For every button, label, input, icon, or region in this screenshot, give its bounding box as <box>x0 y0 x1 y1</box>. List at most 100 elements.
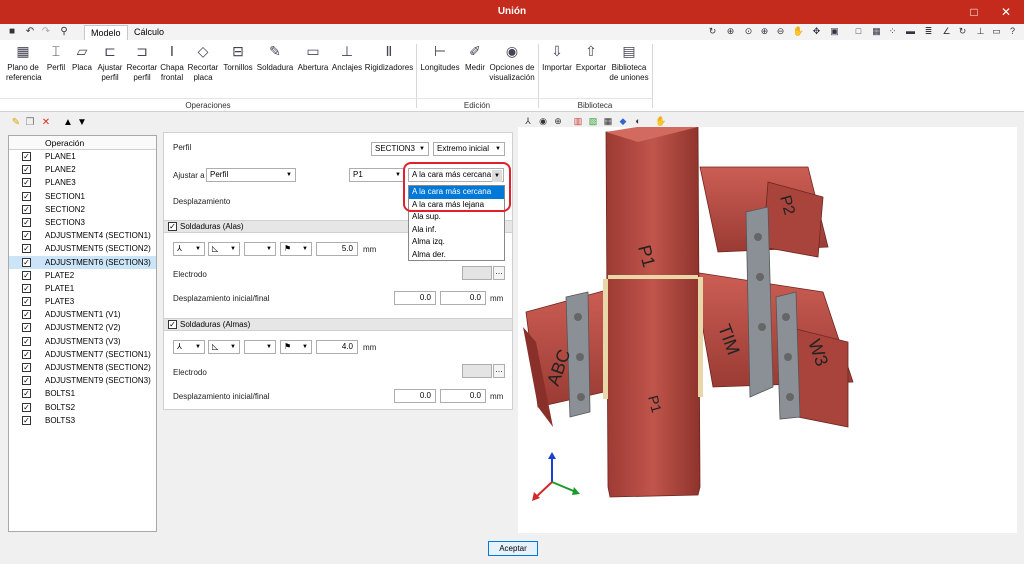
list-item[interactable]: ✓ ADJUSTMENT6 (SECTION3) <box>9 255 156 269</box>
edit-icon[interactable]: ✎ <box>10 117 22 129</box>
checkbox[interactable]: ✓ <box>22 217 31 227</box>
redo-icon[interactable]: ↷ <box>40 26 52 38</box>
dropdown-option[interactable]: Ala sup. <box>409 211 504 224</box>
move-icon[interactable]: ✥ <box>810 25 823 38</box>
list-item[interactable]: ✓ ADJUSTMENT1 (V1) <box>9 308 156 321</box>
recortar-placa-button[interactable]: ◇ Recortar placa <box>187 42 219 83</box>
move-up-icon[interactable]: ▲ <box>62 117 74 129</box>
ruler-icon[interactable]: ⊥ <box>974 25 987 38</box>
almas-electrodo-button[interactable] <box>462 364 492 378</box>
zoom-out-icon[interactable]: ⊖ <box>774 25 787 38</box>
checkbox[interactable]: ✓ <box>22 231 31 241</box>
help-icon[interactable]: ? <box>1006 25 1019 38</box>
axes-icon[interactable]: ⅄ <box>522 116 534 127</box>
grid-view-icon[interactable]: ▦ <box>602 116 614 127</box>
list-item[interactable]: ✓ BOLTS2 <box>9 401 156 414</box>
checkbox[interactable]: ✓ <box>22 323 31 333</box>
grid-icon[interactable]: ▦ <box>870 25 883 38</box>
list-item[interactable]: ✓ PLANE3 <box>9 176 156 189</box>
recortar-perfil-button[interactable]: ⊐ Recortar perfil <box>126 42 158 83</box>
layers-icon[interactable]: ≣ <box>922 25 935 38</box>
weld-type-select[interactable]: ⅄ ▼ <box>173 242 205 256</box>
checkbox[interactable]: ✓ <box>22 297 31 307</box>
pan-icon[interactable]: ✋ <box>792 25 805 38</box>
checkbox[interactable]: ✓ <box>22 270 31 280</box>
zoom-window-icon[interactable]: ⊙ <box>742 25 755 38</box>
list-item[interactable]: ✓ SECTION1 <box>9 190 156 203</box>
list-item[interactable]: ✓ ADJUSTMENT2 (V2) <box>9 321 156 334</box>
alas-electrodo-more[interactable]: … <box>493 266 505 280</box>
checkbox[interactable]: ✓ <box>22 402 31 412</box>
list-item[interactable]: ✓ SECTION2 <box>9 203 156 216</box>
list-item[interactable]: ✓ ADJUSTMENT5 (SECTION2) <box>9 242 156 255</box>
delete-icon[interactable]: ✕ <box>40 117 52 129</box>
weld-type-select-2[interactable]: ⅄ ▼ <box>173 340 205 354</box>
list-item[interactable]: ✓ BOLTS3 <box>9 414 156 427</box>
chapa-frontal-button[interactable]: Ⅰ Chapa frontal <box>158 42 186 83</box>
anclajes-button[interactable]: ⊥ Anclajes <box>331 42 363 73</box>
zoom-all-icon[interactable]: ⊕ <box>724 25 737 38</box>
extremo-select[interactable]: Extremo inicial ▼ <box>433 142 505 156</box>
checkbox[interactable]: ✓ <box>22 152 31 161</box>
medir-button[interactable]: ✐ Medir <box>462 42 488 73</box>
weld-side-select[interactable]: ◺ ▼ <box>208 242 240 256</box>
almas-desp-initial[interactable]: 0.0 <box>394 389 436 403</box>
list-item[interactable]: ✓ PLATE3 <box>9 295 156 308</box>
copy-icon[interactable]: ❐ <box>24 117 36 129</box>
list-item[interactable]: ✓ ADJUSTMENT8 (SECTION2) <box>9 361 156 374</box>
search-icon[interactable]: ⚲ <box>58 26 70 38</box>
close-button[interactable]: ✕ <box>997 3 1015 21</box>
comment-icon[interactable]: ▭ <box>990 25 1003 38</box>
list-item[interactable]: ✓ BOLTS1 <box>9 387 156 400</box>
weld-side-select-2[interactable]: ◺ ▼ <box>208 340 240 354</box>
ajustar-perfil-button[interactable]: ⊏ Ajustar perfil <box>96 42 124 83</box>
exportar-button[interactable]: ⇧ Exportar <box>575 42 607 73</box>
frame-icon[interactable]: □ <box>852 25 865 38</box>
almas-thickness-input[interactable]: 4.0 <box>316 340 358 354</box>
checkbox[interactable]: ✓ <box>22 363 31 372</box>
checkbox[interactable]: ✓ <box>22 191 31 201</box>
render-icon[interactable]: ▥ <box>572 116 584 127</box>
alas-checkbox[interactable]: ✓ <box>168 222 177 231</box>
checkbox[interactable]: ✓ <box>22 244 31 254</box>
ortho-icon[interactable]: ▬ <box>904 25 917 38</box>
longitudes-button[interactable]: ⊢ Longitudes <box>419 42 461 73</box>
checkbox[interactable]: ✓ <box>22 204 31 214</box>
dropdown-option[interactable]: Alma der. <box>409 249 504 262</box>
p-select[interactable]: P1 ▼ <box>349 168 405 182</box>
checkbox[interactable]: ✓ <box>22 415 31 425</box>
undo-icon[interactable]: ↶ <box>24 26 36 38</box>
placa-button[interactable]: ▱ Placa <box>70 42 94 73</box>
restore-button[interactable]: □ <box>965 3 983 21</box>
checkbox[interactable]: ✓ <box>22 310 31 320</box>
alas-desp-final[interactable]: 0.0 <box>440 291 486 305</box>
list-item[interactable]: ✓ SECTION3 <box>9 216 156 229</box>
opciones-visualizacion-button[interactable]: ◉ Opciones de visualización <box>488 42 536 83</box>
almas-electrodo-more[interactable]: … <box>493 364 505 378</box>
checkbox[interactable]: ✓ <box>22 178 31 188</box>
rigidizadores-button[interactable]: Ⅱ Rigidizadores <box>364 42 414 73</box>
tab-modelo[interactable]: Modelo <box>84 25 128 40</box>
list-item[interactable]: ✓ PLANE1 <box>9 150 156 163</box>
list-item[interactable]: ✓ ADJUSTMENT3 (V3) <box>9 335 156 348</box>
alas-thickness-input[interactable]: 5.0 <box>316 242 358 256</box>
weld-blank-select[interactable]: ▼ <box>244 242 276 256</box>
dropdown-option[interactable]: Alma izq. <box>409 236 504 249</box>
tornillos-button[interactable]: ⊟ Tornillos <box>221 42 255 73</box>
view-eye-icon[interactable]: ◉ <box>537 116 549 127</box>
importar-button[interactable]: ⇩ Importar <box>540 42 574 73</box>
save-icon[interactable]: ■ <box>6 26 18 38</box>
zoom-in-icon[interactable]: ⊕ <box>758 25 771 38</box>
biblioteca-uniones-button[interactable]: ▤ Biblioteca de uniones <box>608 42 650 83</box>
move-down-icon[interactable]: ▼ <box>76 117 88 129</box>
orbit-icon[interactable]: ↻ <box>706 25 719 38</box>
section-select[interactable]: SECTION3 ▼ <box>371 142 429 156</box>
almas-checkbox[interactable]: ✓ <box>168 320 177 329</box>
list-item[interactable]: ✓ PLATE1 <box>9 282 156 295</box>
hide-icon[interactable]: ◐ <box>632 116 644 127</box>
checkbox[interactable]: ✓ <box>22 165 31 175</box>
3d-viewport[interactable]: P1 P2 P1 ABC TIM W3 <box>518 122 1017 533</box>
ajustar-select[interactable]: Perfil ▼ <box>206 168 296 182</box>
dropdown-option[interactable]: Ala inf. <box>409 224 504 237</box>
refresh-icon[interactable]: ↻ <box>956 25 969 38</box>
